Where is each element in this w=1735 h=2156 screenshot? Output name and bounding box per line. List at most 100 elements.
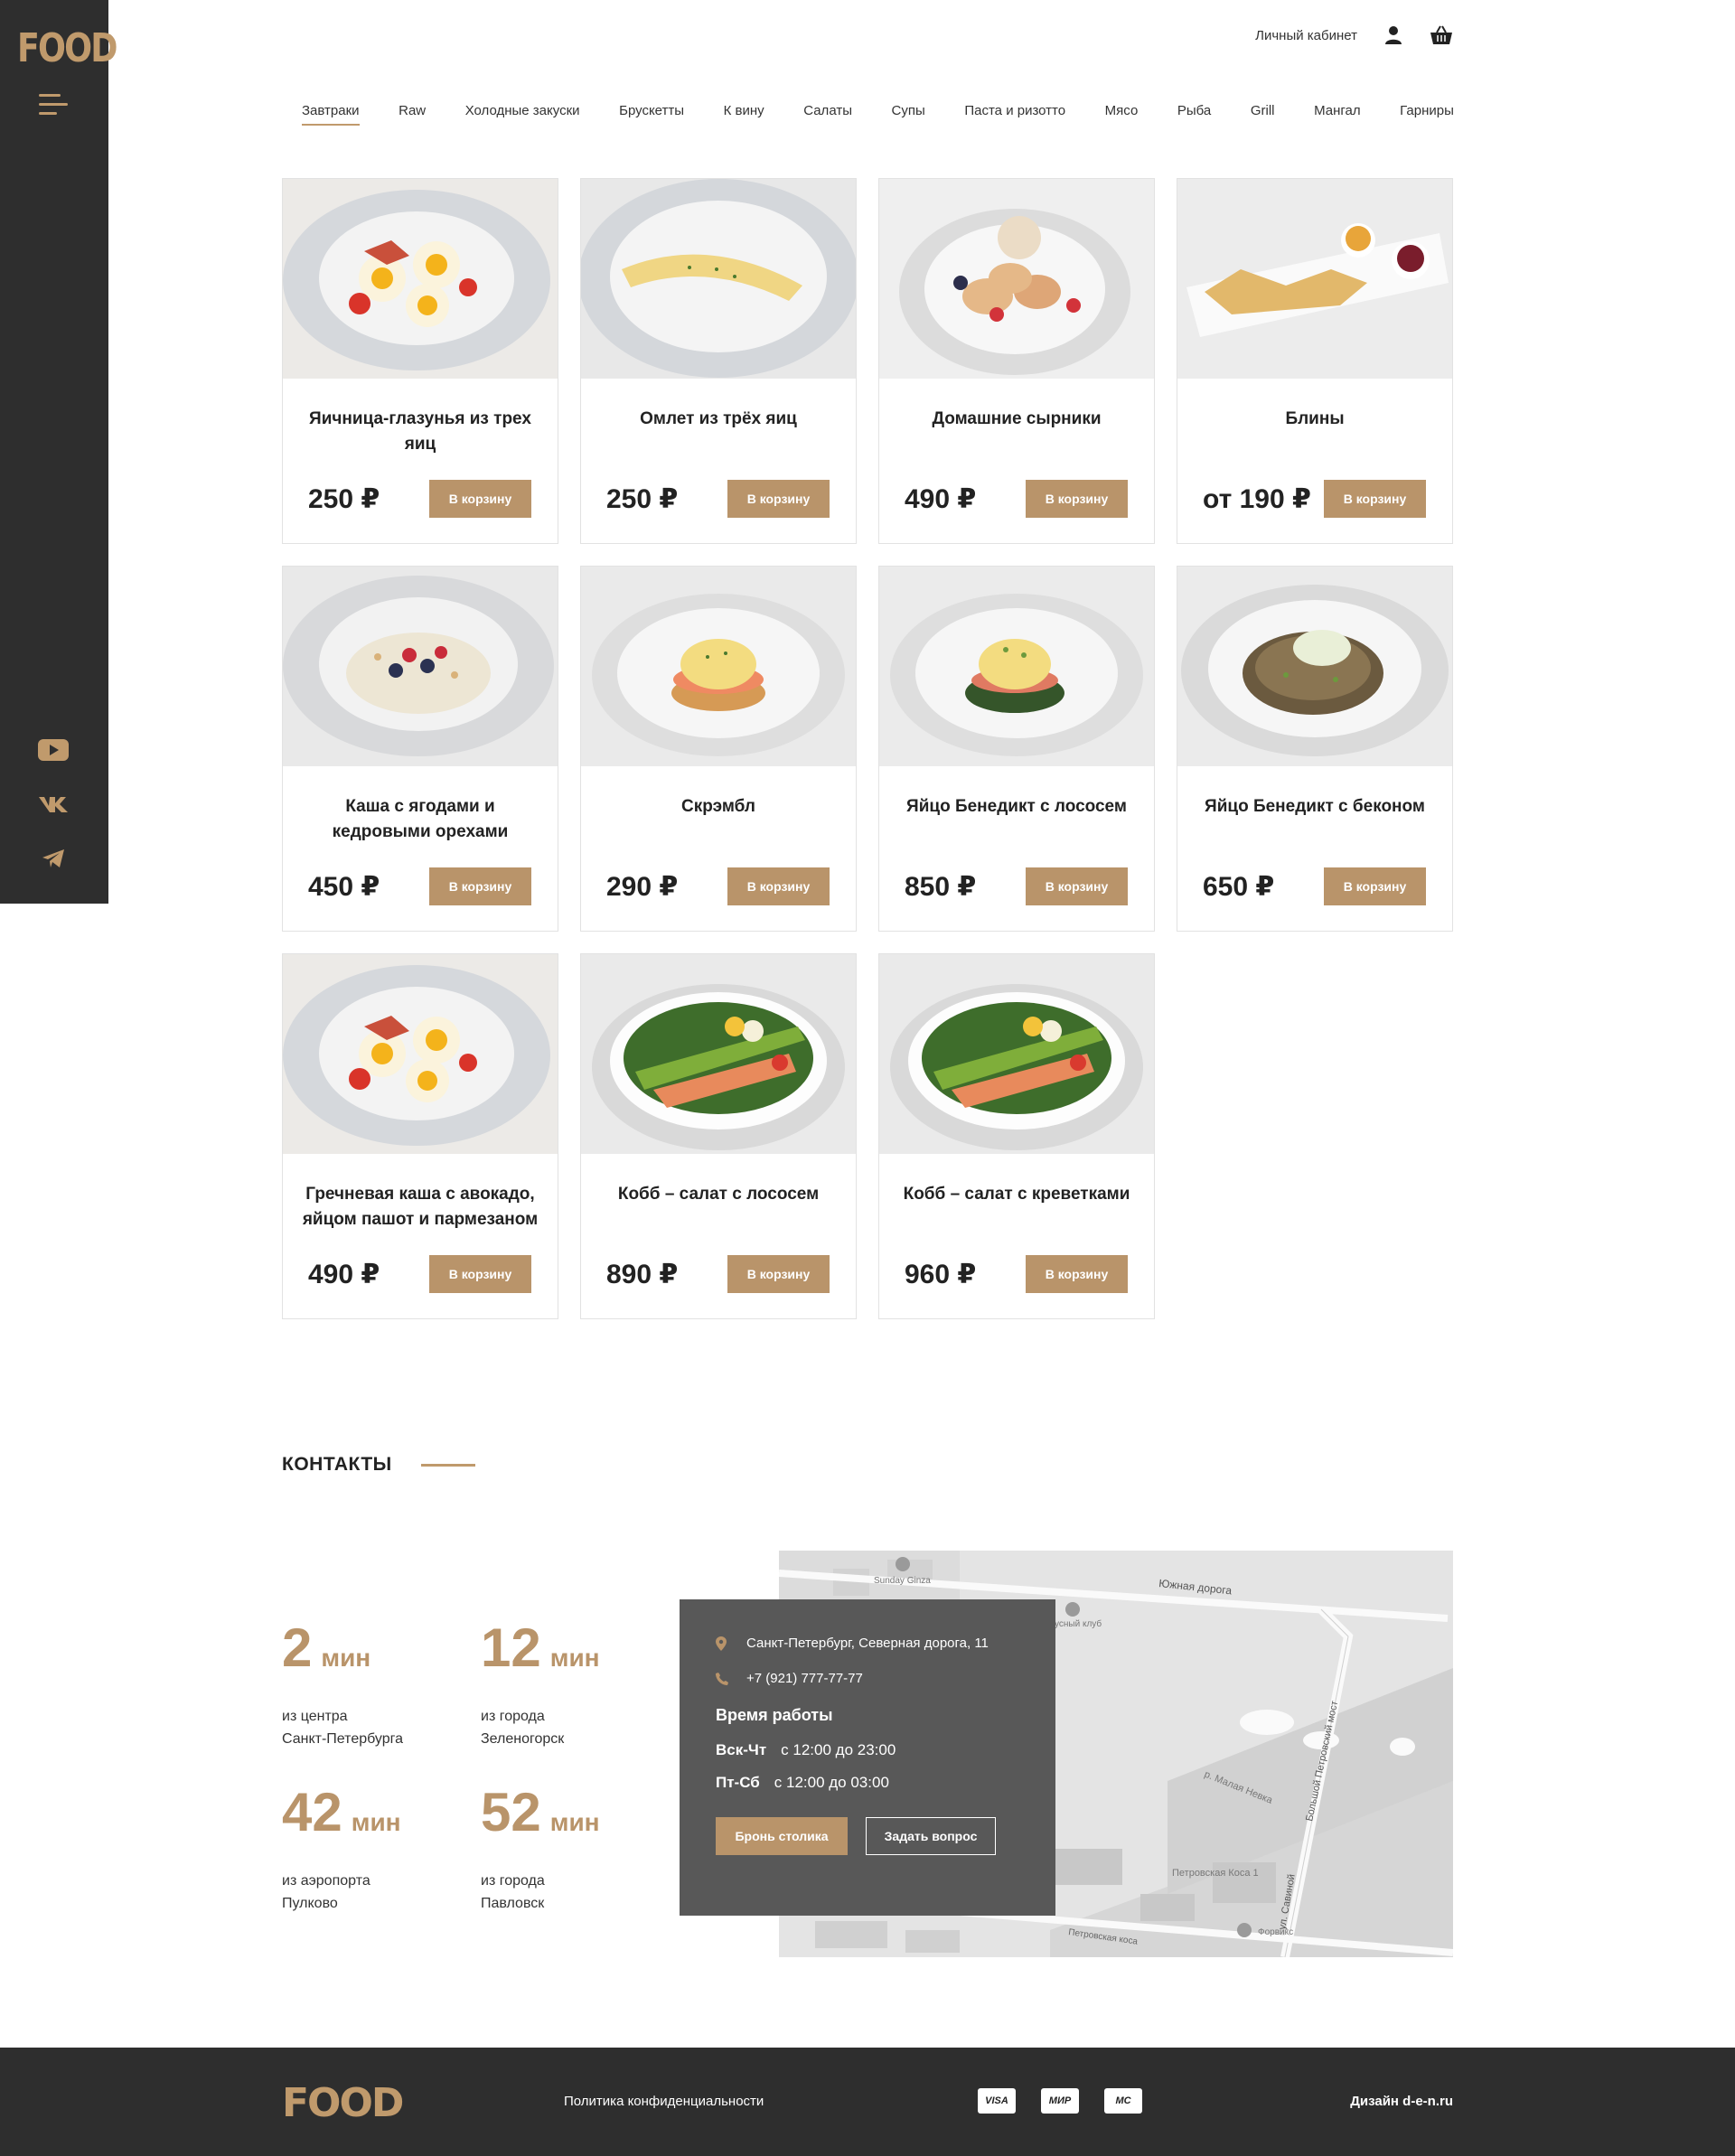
contact-info-box: Санкт-Петербург, Северная дорога, 11 +7 … — [680, 1599, 1055, 1916]
add-to-cart-button[interactable]: В корзину — [429, 480, 531, 518]
category-nav: Завтраки Raw Холодные закуски Брускетты … — [302, 103, 1454, 126]
product-price: 490 ₽ — [308, 1259, 380, 1289]
mir-icon: МИР — [1041, 2088, 1079, 2114]
visa-icon: VISA — [978, 2088, 1016, 2114]
stat-desc-line: из аэропорта — [282, 1873, 370, 1889]
hours-time: с 12:00 до 23:00 — [781, 1741, 896, 1758]
add-to-cart-button[interactable]: В корзину — [1026, 867, 1128, 905]
telegram-icon[interactable] — [36, 845, 70, 872]
nav-item[interactable]: Супы — [892, 103, 925, 126]
stat-desc-line: из центра — [282, 1709, 348, 1724]
stat-desc-line: из города — [481, 1709, 545, 1724]
nav-item[interactable]: Grill — [1251, 103, 1275, 126]
add-to-cart-button[interactable]: В корзину — [1026, 480, 1128, 518]
youtube-icon[interactable] — [36, 736, 70, 764]
footer-logo[interactable]: FOOD — [282, 2080, 404, 2126]
product-price: 290 ₽ — [606, 871, 679, 902]
product-card: Яйцо Бенедикт с лососем 850 ₽ В корзину — [878, 566, 1155, 932]
hours-days: Пт-Сб — [716, 1774, 760, 1791]
nav-item[interactable]: Холодные закуски — [465, 103, 580, 126]
dish-photo[interactable] — [879, 179, 1154, 379]
vk-icon[interactable] — [36, 791, 70, 818]
phone-link[interactable]: +7 (921) 777-77-77 — [746, 1671, 863, 1686]
contacts-heading: КОНТАКТЫ — [282, 1454, 392, 1475]
hours-row: Пт-Сб с 12:00 до 03:00 — [716, 1774, 1019, 1792]
dish-photo[interactable] — [581, 954, 856, 1154]
nav-item[interactable]: К вину — [724, 103, 764, 126]
nav-item[interactable]: Мясо — [1105, 103, 1139, 126]
stat-desc-line: Санкт-Петербурга — [282, 1731, 404, 1747]
nav-item[interactable]: Рыба — [1177, 103, 1211, 126]
product-title: Яйцо Бенедикт с лососем — [906, 797, 1127, 816]
location-pin-icon — [716, 1636, 746, 1651]
nav-item[interactable]: Паста и ризотто — [964, 103, 1065, 126]
product-price: 650 ₽ — [1203, 871, 1275, 902]
product-title: Яйцо Бенедикт с беконом — [1205, 797, 1425, 816]
add-to-cart-button[interactable]: В корзину — [727, 867, 830, 905]
product-title: Скрэмбл — [681, 797, 755, 816]
product-price: 490 ₽ — [905, 483, 977, 514]
product-card: Скрэмбл 290 ₽ В корзину — [580, 566, 857, 932]
payment-methods: VISA МИР MC — [978, 2088, 1142, 2114]
stat-desc-line: Зеленогорск — [481, 1731, 565, 1747]
product-title: Омлет из трёх яиц — [640, 409, 797, 428]
user-icon[interactable] — [1384, 25, 1402, 45]
travel-stat: 12 мин из города Зеленогорск — [481, 1621, 661, 1750]
basket-icon[interactable] — [1430, 25, 1453, 45]
dish-photo[interactable] — [283, 954, 558, 1154]
add-to-cart-button[interactable]: В корзину — [429, 1255, 531, 1293]
nav-item[interactable]: Брускетты — [619, 103, 684, 126]
stat-number: 12 — [481, 1617, 541, 1678]
stat-desc-line: Павловск — [481, 1896, 545, 1911]
account-link[interactable]: Личный кабинет — [1255, 28, 1357, 43]
product-card: Гречневая каша с авокадо, яйцом пашот и … — [282, 953, 558, 1319]
privacy-policy-link[interactable]: Политика конфиденциальности — [564, 2094, 764, 2109]
product-price: 890 ₽ — [606, 1259, 679, 1289]
stat-unit: мин — [549, 1808, 600, 1836]
ask-question-button[interactable]: Задать вопрос — [866, 1817, 996, 1855]
product-title: Домашние сырники — [932, 409, 1102, 428]
product-card: Домашние сырники 490 ₽ В корзину — [878, 178, 1155, 544]
add-to-cart-button[interactable]: В корзину — [1324, 480, 1426, 518]
add-to-cart-button[interactable]: В корзину — [727, 480, 830, 518]
product-title: Яичница-глазунья из трех яиц — [309, 409, 531, 454]
nav-item[interactable]: Мангал — [1314, 103, 1361, 126]
dish-photo[interactable] — [1177, 179, 1452, 379]
product-title: Гречневая каша с авокадо, яйцом пашот и … — [302, 1185, 539, 1229]
stat-desc-line: Пулково — [282, 1896, 338, 1911]
product-title: Кобб – салат с креветками — [903, 1185, 1130, 1204]
hours-title: Время работы — [716, 1706, 833, 1724]
add-to-cart-button[interactable]: В корзину — [727, 1255, 830, 1293]
product-title: Каша с ягодами и кедровыми орехами — [332, 797, 509, 841]
dish-photo[interactable] — [879, 567, 1154, 766]
travel-stat: 2 мин из центра Санкт-Петербурга — [282, 1621, 463, 1750]
dish-photo[interactable] — [283, 567, 558, 766]
menu-icon[interactable] — [39, 94, 70, 117]
add-to-cart-button[interactable]: В корзину — [1324, 867, 1426, 905]
nav-item[interactable]: Raw — [399, 103, 426, 126]
footer: FOOD Политика конфиденциальности VISA МИ… — [0, 2048, 1735, 2156]
product-price: 250 ₽ — [606, 483, 679, 514]
book-table-button[interactable]: Бронь столика — [716, 1817, 848, 1855]
nav-item[interactable]: Завтраки — [302, 103, 360, 126]
designer-link[interactable]: Дизайн d-e-n.ru — [1350, 2094, 1453, 2109]
nav-item[interactable]: Гарниры — [1400, 103, 1454, 126]
dish-photo[interactable] — [581, 567, 856, 766]
logo[interactable]: FOOD — [17, 25, 118, 71]
dish-photo[interactable] — [879, 954, 1154, 1154]
product-price: 250 ₽ — [308, 483, 380, 514]
add-to-cart-button[interactable]: В корзину — [429, 867, 531, 905]
dish-photo[interactable] — [1177, 567, 1452, 766]
dish-photo[interactable] — [283, 179, 558, 379]
hours-time: с 12:00 до 03:00 — [774, 1774, 889, 1791]
product-price: 850 ₽ — [905, 871, 977, 902]
map-label: Форвикс — [1258, 1927, 1293, 1937]
dish-photo[interactable] — [581, 179, 856, 379]
mastercard-icon: MC — [1104, 2088, 1142, 2114]
map-label: усный клуб — [1055, 1618, 1102, 1629]
contacts-title: КОНТАКТЫ — [282, 1454, 475, 1476]
product-card: Яйцо Бенедикт с беконом 650 ₽ В корзину — [1177, 566, 1453, 932]
add-to-cart-button[interactable]: В корзину — [1026, 1255, 1128, 1293]
nav-item[interactable]: Салаты — [803, 103, 852, 126]
hours-days: Вск-Чт — [716, 1741, 767, 1758]
